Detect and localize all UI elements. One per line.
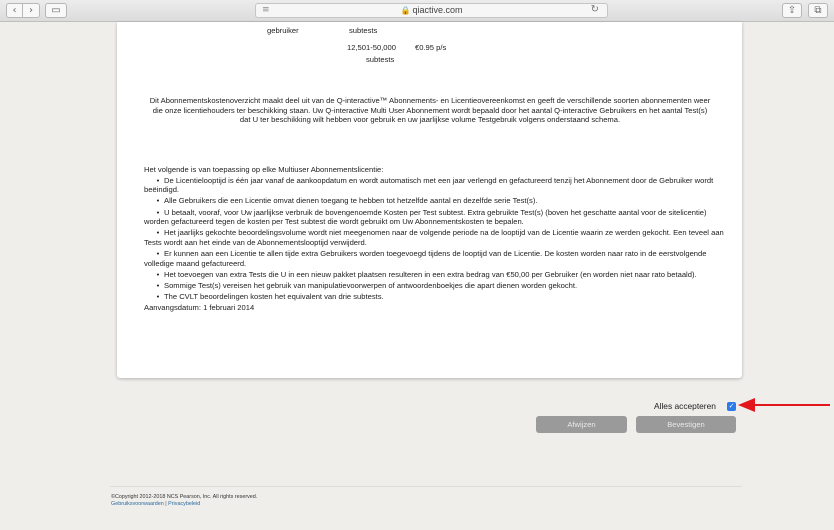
annotation-arrow-icon bbox=[738, 398, 830, 412]
intro-paragraph: Dit Abonnementskostenoverzicht maakt dee… bbox=[149, 96, 711, 125]
bullet-icon: • bbox=[156, 175, 160, 185]
list-item: • Het toevoegen van extra Tests die U in … bbox=[144, 270, 724, 280]
list-item: • Er kunnen aan een Licentie te allen tij… bbox=[144, 249, 707, 268]
share-button[interactable]: ⇪ bbox=[782, 3, 802, 18]
chevron-right-icon: › bbox=[29, 5, 33, 16]
url-display: 🔒 qiactive.com bbox=[256, 5, 607, 15]
bullet-icon: • bbox=[156, 269, 160, 279]
tier-range: 12,501-50,000 bbox=[347, 43, 396, 52]
sidebar-icon: ▭ bbox=[51, 5, 61, 16]
reject-button[interactable]: Afwijzen bbox=[536, 416, 627, 433]
terms-heading: Het volgende is van toepassing op elke M… bbox=[144, 165, 384, 174]
nav-buttons: ‹ › ▭ bbox=[6, 3, 67, 18]
browser-toolbar: ‹ › ▭ ≡ 🔒 qiactive.com ↻ ⇪ ⧉ bbox=[0, 0, 834, 22]
privacy-link[interactable]: Privacybeleid bbox=[168, 501, 200, 507]
lock-icon: 🔒 bbox=[400, 6, 411, 15]
list-item: • Sommige Test(s) vereisen het gebruik va… bbox=[144, 281, 724, 291]
list-item: • Het jaarlijks gekochte beoordelingsvolu… bbox=[144, 228, 724, 247]
list-item: • The CVLT beoordelingen kosten het equiv… bbox=[144, 292, 724, 302]
list-item: • De Licentielooptijd is één jaar vanaf d… bbox=[144, 175, 714, 195]
link-separator: | bbox=[165, 501, 167, 507]
bullet-icon: • bbox=[156, 196, 160, 206]
bullet-icon: • bbox=[156, 228, 160, 238]
chevron-left-icon: ‹ bbox=[12, 5, 17, 16]
footer-divider bbox=[110, 486, 742, 487]
url-text: qiactive.com bbox=[412, 5, 463, 15]
tabs-button[interactable]: ⧉ bbox=[808, 3, 828, 18]
bullet-icon: • bbox=[156, 281, 160, 291]
tier-label-user: gebruiker bbox=[267, 26, 299, 35]
terms-section: Het volgende is van toepassing op elke M… bbox=[144, 165, 724, 313]
toolbar-right: ⇪ ⧉ bbox=[782, 3, 828, 18]
accept-all-label[interactable]: Alles accepteren bbox=[654, 401, 716, 411]
tier-unit: subtests bbox=[366, 55, 395, 64]
footer-links: Gebruiksvoorwaarden | Privacybeleid bbox=[111, 501, 200, 507]
tier-label-subtests: subtests bbox=[349, 26, 378, 35]
subscription-card: gebruiker subtests 12,501-50,000 €0.95 p… bbox=[117, 22, 742, 378]
list-item: • U betaalt, vooraf, voor Uw jaarlijkse v… bbox=[144, 207, 707, 227]
share-icon: ⇪ bbox=[787, 5, 797, 16]
tabs-icon: ⧉ bbox=[814, 5, 822, 16]
bullet-icon: • bbox=[156, 292, 160, 302]
bullet-icon: • bbox=[156, 207, 160, 217]
forward-button[interactable]: › bbox=[23, 3, 40, 18]
copyright-text: ©Copyright 2012-2018 NCS Pearson, Inc. A… bbox=[111, 494, 258, 500]
reload-icon[interactable]: ↻ bbox=[591, 4, 599, 15]
confirm-button[interactable]: Bevestigen bbox=[636, 416, 736, 433]
start-date: Aanvangsdatum: 1 februari 2014 bbox=[144, 303, 255, 313]
sidebar-button[interactable]: ▭ bbox=[45, 3, 67, 18]
accept-all-checkbox[interactable]: ✓ bbox=[727, 402, 736, 411]
back-button[interactable]: ‹ bbox=[6, 3, 23, 18]
bullet-icon: • bbox=[156, 249, 160, 259]
tier-price: €0.95 p/s bbox=[415, 43, 447, 52]
terms-list: • De Licentielooptijd is één jaar vanaf d… bbox=[144, 176, 724, 302]
terms-link[interactable]: Gebruiksvoorwaarden bbox=[111, 501, 164, 507]
list-item: • Alle Gebruikers die een Licentie omvat … bbox=[144, 196, 724, 206]
checkmark-icon: ✓ bbox=[728, 402, 735, 410]
address-bar[interactable]: ≡ 🔒 qiactive.com ↻ bbox=[255, 3, 608, 18]
